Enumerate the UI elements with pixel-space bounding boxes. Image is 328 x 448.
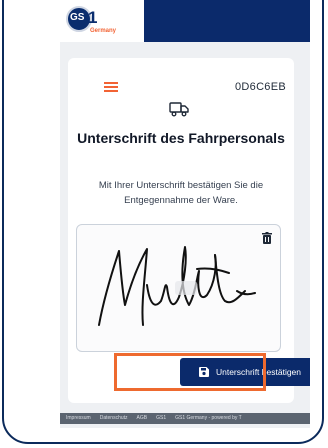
instruction-text: Mit Ihrer Unterschrift bestätigen Sie di… (98, 180, 264, 206)
footer-bar: Impressum Datenschutz AGB GS1 GS1 German… (60, 413, 310, 424)
menu-icon[interactable] (104, 82, 118, 92)
logo-subtext: Germany (90, 28, 117, 34)
footer-link-impressum[interactable]: Impressum (66, 413, 91, 424)
gs1-logo: GS 1 Germany (66, 6, 140, 38)
footer-powered-by: GS1 Germany - powered by T (175, 415, 242, 421)
footer-link-gs1[interactable]: GS1 (156, 413, 166, 424)
signature-pad[interactable] (76, 224, 281, 352)
truck-icon (169, 102, 189, 117)
footer-link-agb[interactable]: AGB (137, 413, 148, 424)
delivery-code: 0D6C6EB (234, 81, 286, 93)
signature-stroke (98, 246, 256, 326)
logo-text: GS (70, 12, 85, 23)
header-bar: GS 1 Germany (60, 0, 310, 42)
header-navy-band (144, 0, 310, 42)
footer-link-datenschutz[interactable]: Datenschutz (100, 413, 128, 424)
page-title: Unterschrift des Fahrpersonals (77, 130, 285, 146)
signature-card: 0D6C6EB Unterschrift des Fahrpersonals M… (68, 58, 294, 403)
logo-digit: 1 (88, 8, 98, 27)
highlight-box (114, 353, 266, 391)
